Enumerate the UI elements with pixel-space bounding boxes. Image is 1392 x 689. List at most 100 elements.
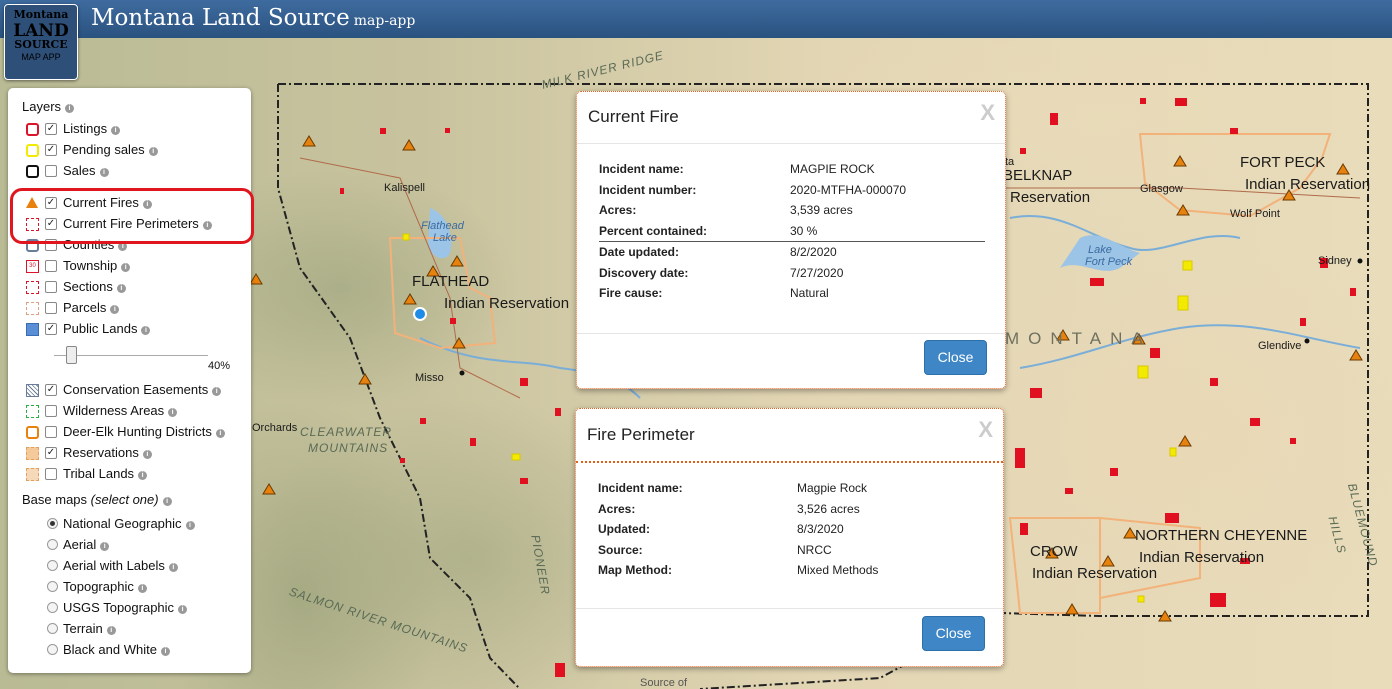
layer-row-township[interactable]: 30 Township i xyxy=(24,257,249,275)
detail-value: MAGPIE ROCK xyxy=(790,162,875,177)
layer-row-parcels[interactable]: Parcels i xyxy=(24,299,249,317)
layer-row-public-lands[interactable]: ✓ Public Lands i xyxy=(24,320,249,338)
basemap-radio[interactable] xyxy=(47,581,58,592)
town-ta: ta xyxy=(1005,156,1015,168)
layer-checkbox[interactable] xyxy=(45,281,57,293)
detail-key: Updated: xyxy=(598,522,650,537)
layer-row-pending-sales[interactable]: ✓ Pending sales i xyxy=(24,141,249,159)
layer-checkbox[interactable]: ✓ xyxy=(45,218,57,230)
app-title: Montana Land Source map-app xyxy=(91,5,415,31)
basemap-radio[interactable] xyxy=(47,644,58,655)
layer-row-reservations[interactable]: ✓ Reservations i xyxy=(24,444,249,462)
info-icon[interactable]: i xyxy=(121,263,131,272)
close-button[interactable]: Close xyxy=(924,340,987,375)
info-icon[interactable]: i xyxy=(168,563,178,572)
layer-row-sales[interactable]: Sales i xyxy=(24,162,249,180)
basemap-radio[interactable] xyxy=(47,602,58,613)
detail-key: Acres: xyxy=(599,203,637,218)
basemap-radio[interactable] xyxy=(47,539,58,550)
layer-label: Sales i xyxy=(63,163,109,178)
basemap-option-terrain[interactable]: Terrain i xyxy=(24,620,249,638)
info-icon[interactable]: i xyxy=(162,497,172,506)
layer-row-listings[interactable]: ✓ Listings i xyxy=(24,120,249,138)
info-icon[interactable]: i xyxy=(118,242,128,251)
map-label-n-cheyenne: NORTHERN CHEYENNE Indian Reservation xyxy=(1135,525,1307,569)
layer-checkbox[interactable]: ✓ xyxy=(45,323,57,335)
detail-row: Date updated: 8/2/2020 xyxy=(599,242,985,263)
detail-key: Map Method: xyxy=(598,563,672,578)
close-button[interactable]: Close xyxy=(922,616,985,651)
layer-checkbox[interactable]: ✓ xyxy=(45,447,57,459)
layer-row-current-fire-perimeters[interactable]: ✓ Current Fire Perimeters i xyxy=(24,215,249,233)
layer-label: Current Fire Perimeters i xyxy=(63,216,212,231)
layer-symbol-icon xyxy=(26,323,39,336)
basemap-option-usgs-topographic[interactable]: USGS Topographic i xyxy=(24,599,249,617)
layer-checkbox[interactable] xyxy=(45,260,57,272)
basemap-option-aerial[interactable]: Aerial i xyxy=(24,536,249,554)
layer-checkbox[interactable]: ✓ xyxy=(45,144,57,156)
info-icon[interactable]: i xyxy=(142,450,152,459)
basemap-radio[interactable] xyxy=(47,518,58,529)
layer-checkbox[interactable] xyxy=(45,302,57,314)
info-icon[interactable]: i xyxy=(100,542,110,551)
info-icon[interactable]: i xyxy=(111,126,121,135)
layer-checkbox[interactable]: ✓ xyxy=(45,123,57,135)
basemap-option-national-geographic[interactable]: National Geographic i xyxy=(24,515,249,533)
info-icon[interactable]: i xyxy=(148,147,158,156)
info-icon[interactable]: i xyxy=(99,168,109,177)
layer-checkbox[interactable] xyxy=(45,468,57,480)
layer-row-conservation-easements[interactable]: ✓ Conservation Easements i xyxy=(24,381,249,399)
basemap-option-black-and-white[interactable]: Black and White i xyxy=(24,641,249,659)
layers-title: Layers i xyxy=(22,99,75,114)
info-icon[interactable]: i xyxy=(65,104,75,113)
basemap-radio[interactable] xyxy=(47,560,58,571)
label-text: Indian Reservation xyxy=(1245,176,1371,193)
info-icon[interactable]: i xyxy=(142,200,152,209)
opacity-slider-track[interactable] xyxy=(54,355,208,356)
layer-row-deer-elk-hunting-districts[interactable]: Deer-Elk Hunting Districts i xyxy=(24,423,249,441)
layer-checkbox[interactable] xyxy=(45,165,57,177)
layer-row-sections[interactable]: Sections i xyxy=(24,278,249,296)
layer-symbol-icon xyxy=(26,239,39,252)
app-header: Montana Land Source map-app xyxy=(0,0,1392,38)
layer-label: Sections i xyxy=(63,279,126,294)
layer-checkbox[interactable] xyxy=(45,426,57,438)
layer-checkbox[interactable] xyxy=(45,405,57,417)
info-icon[interactable]: i xyxy=(116,284,126,293)
layer-row-tribal-lands[interactable]: Tribal Lands i xyxy=(24,465,249,483)
info-icon[interactable]: i xyxy=(202,221,212,230)
label-text: Reservation xyxy=(1010,189,1091,206)
info-icon[interactable]: i xyxy=(212,387,222,396)
info-icon[interactable]: i xyxy=(106,626,116,635)
info-icon[interactable]: i xyxy=(137,584,147,593)
basemap-radio[interactable] xyxy=(47,623,58,634)
info-icon[interactable]: i xyxy=(185,521,195,530)
info-icon[interactable]: i xyxy=(141,326,151,335)
close-icon[interactable]: X xyxy=(978,417,993,443)
layer-label: Parcels i xyxy=(63,300,120,315)
close-icon[interactable]: X xyxy=(980,100,995,126)
layer-label: Current Fires i xyxy=(63,195,152,210)
layer-label: Tribal Lands i xyxy=(63,466,148,481)
app-logo[interactable]: Montana LAND SOURCE MAP APP xyxy=(4,4,78,80)
map-label-fort-peck: FORT PECK Indian Reservation xyxy=(1240,152,1370,196)
info-icon[interactable]: i xyxy=(178,605,188,614)
detail-value: Natural xyxy=(790,286,829,301)
layer-checkbox[interactable]: ✓ xyxy=(45,384,57,396)
opacity-slider-handle[interactable] xyxy=(66,346,77,364)
layer-checkbox[interactable] xyxy=(45,239,57,251)
current-fire-popup: Current Fire X Incident name: MAGPIE ROCK… xyxy=(576,91,1006,389)
layer-checkbox[interactable]: ✓ xyxy=(45,197,57,209)
info-icon[interactable]: i xyxy=(160,647,170,656)
info-icon[interactable]: i xyxy=(168,408,178,417)
info-icon[interactable]: i xyxy=(110,305,120,314)
info-icon[interactable]: i xyxy=(138,471,148,480)
basemap-option-aerial-with-labels[interactable]: Aerial with Labels i xyxy=(24,557,249,575)
layer-row-wilderness-areas[interactable]: Wilderness Areas i xyxy=(24,402,249,420)
info-icon[interactable]: i xyxy=(215,429,225,438)
layer-row-current-fires[interactable]: ✓ Current Fires i xyxy=(24,194,249,212)
detail-value: 8/3/2020 xyxy=(797,522,844,537)
basemap-option-topographic[interactable]: Topographic i xyxy=(24,578,249,596)
layer-symbol-icon xyxy=(26,197,38,208)
layer-row-counties[interactable]: Counties i xyxy=(24,236,249,254)
